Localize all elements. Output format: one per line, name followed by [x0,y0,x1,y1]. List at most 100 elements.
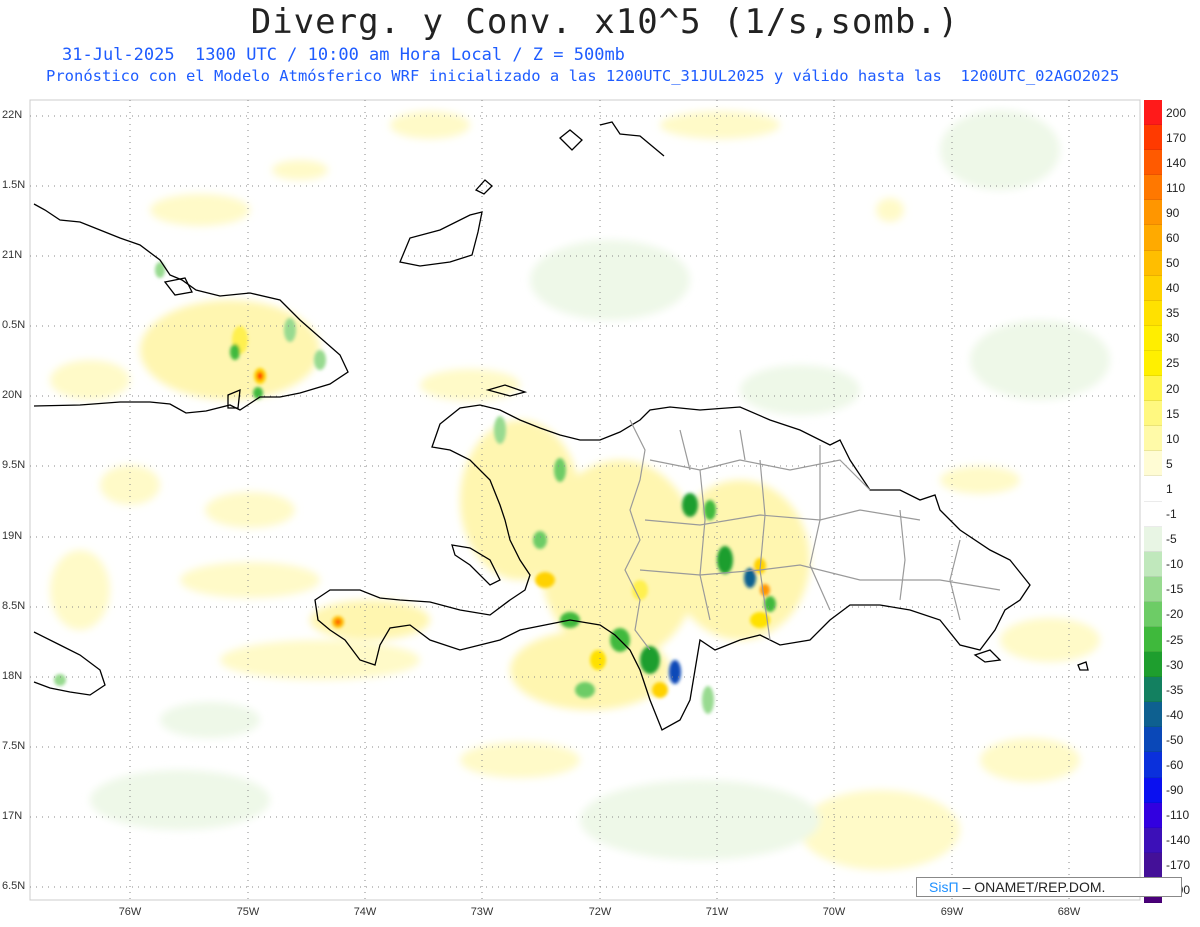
colorbar-swatch [1144,225,1162,251]
diverg-cell [335,619,341,625]
colorbar-swatch [1144,426,1162,452]
conv-cell [314,350,326,370]
colorbar-label: 35 [1166,306,1180,321]
conv-patch [90,770,270,830]
conv-cell [533,531,547,549]
colorbar-label: 60 [1166,231,1180,246]
colorbar-swatch [1144,501,1162,527]
colorbar-label: -170 [1166,858,1191,873]
lat-label: 20N [2,389,23,401]
lon-label: 69W [940,906,964,918]
colorbar-label: 50 [1166,256,1180,271]
diverg-cell [652,682,668,698]
diverg-patch [150,194,250,226]
lat-label: 22N [2,109,23,121]
diverg-patch [800,790,960,870]
colorbar-swatch [1144,325,1162,351]
lon-label: 70W [822,906,846,918]
colorbar-swatch [1144,677,1162,703]
conv-patch [160,702,260,738]
diverg-patch [460,742,580,778]
colorbar-label: 5 [1166,456,1173,471]
map-canvas [29,99,1141,901]
conv-patch [530,240,690,320]
lat-label: 18N [2,670,23,682]
colorbar-label: 40 [1166,281,1180,296]
colorbar-label: 90 [1166,205,1180,220]
conv-cell [284,318,296,342]
colorbar-swatch [1144,827,1162,853]
conv-cell [704,500,716,520]
conv-cell [554,458,566,482]
colorbar-swatch [1144,652,1162,678]
conv-cell [575,682,595,698]
colorbar-swatch [1144,376,1162,402]
credit-text: – ONAMET/REP.DOM. [962,879,1106,895]
diverg-patch [310,600,430,640]
colorbar-label: -30 [1166,657,1184,672]
colorbar-swatch [1144,300,1162,326]
diverg-patch [390,111,470,139]
conv-cell [717,546,733,574]
colorbar-swatch [1144,626,1162,653]
colorbar-label: -60 [1166,757,1184,772]
colorbar-swatch [1144,175,1162,201]
colorbar-label: 110 [1166,180,1186,195]
diverg-cell [760,584,770,596]
credit-box: SisΠ – ONAMET/REP.DOM. [916,877,1182,897]
colorbar-label: -35 [1166,682,1184,697]
colorbar-swatch [1144,200,1162,226]
colorbar-swatch [1144,150,1162,176]
conv-cell [702,686,714,714]
diverg-patch [50,360,130,400]
conv-patch [940,110,1060,190]
colorbar-label: -25 [1166,632,1184,647]
colorbar-label: -1 [1166,507,1177,522]
conv-patch [740,365,860,415]
colorbar-label: 25 [1166,356,1180,371]
colorbar-swatch [1144,100,1162,126]
conv-cell [682,493,698,517]
lat-label: 6.5N [2,880,26,892]
colorbar-swatch [1144,727,1162,753]
diverg-patch [140,300,320,400]
colorbar-label: 140 [1166,155,1187,170]
lat-label: 0.5N [2,319,26,331]
conv-patch [970,320,1110,400]
lat-label: 9.5N [2,459,26,471]
lon-label: 73W [470,906,494,918]
colorbar-swatch [1144,451,1162,477]
colorbar-label: -110 [1166,808,1190,823]
diverg-patch [980,738,1080,782]
diverg-cell [535,572,555,588]
lon-label: 74W [353,906,377,918]
colorbar-label: -90 [1166,783,1184,798]
colorbar-label: -15 [1166,582,1184,597]
colorbar-label: -140 [1166,833,1191,848]
colorbar-swatch [1144,476,1162,502]
colorbar-label: 20 [1166,381,1180,396]
conv-cell [669,660,681,684]
colorbar-swatch [1144,275,1162,301]
colorbar-swatch [1144,777,1162,803]
colorbar-label: 1 [1166,481,1173,496]
diverg-cell [257,372,263,380]
colorbar-swatch [1144,125,1162,151]
colorbar-label: -40 [1166,707,1184,722]
lon-label: 68W [1057,906,1081,918]
colorbar-swatch [1144,752,1162,778]
diverg-patch [876,198,904,222]
colorbar [1144,100,1162,903]
colorbar-swatch [1144,702,1162,728]
lat-label: 19N [2,530,23,542]
model-info-subtitle: Pronóstico con el Modelo Atmósferico WRF… [46,67,1120,85]
diverg-cell [590,650,606,670]
colorbar-swatch [1144,401,1162,427]
diverg-patch [50,550,110,630]
diverg-patch [180,562,320,598]
conv-cell [640,646,660,674]
colorbar-label: 15 [1166,406,1180,421]
colorbar-label: -50 [1166,732,1184,747]
diverg-patch [660,111,780,139]
lon-label: 76W [118,906,142,918]
